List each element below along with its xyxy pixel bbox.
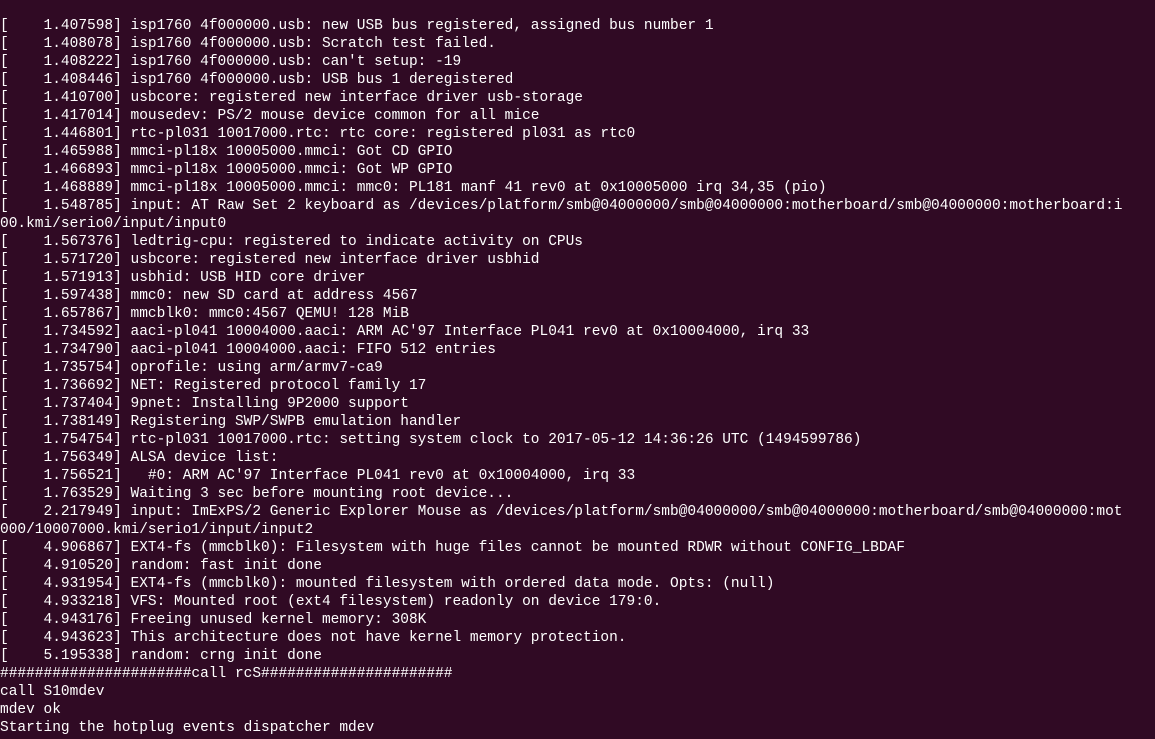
- terminal-line: [ 1.408078] isp1760 4f000000.usb: Scratc…: [0, 36, 496, 52]
- terminal-line: [ 4.943176] Freeing unused kernel memory…: [0, 612, 426, 628]
- terminal-line: [ 1.465988] mmci-pl18x 10005000.mmci: Go…: [0, 144, 452, 160]
- terminal-line: [ 1.468889] mmci-pl18x 10005000.mmci: mm…: [0, 180, 827, 196]
- terminal-line: [ 1.756349] ALSA device list:: [0, 450, 278, 466]
- terminal-output[interactable]: [ 1.407598] isp1760 4f000000.usb: new US…: [0, 15, 1155, 739]
- terminal-line: [ 1.734790] aaci-pl041 10004000.aaci: FI…: [0, 342, 496, 358]
- terminal-line: [ 1.597438] mmc0: new SD card at address…: [0, 288, 418, 304]
- terminal-line: [ 1.408446] isp1760 4f000000.usb: USB bu…: [0, 72, 513, 88]
- terminal-line: [ 1.754754] rtc-pl031 10017000.rtc: sett…: [0, 432, 861, 448]
- terminal-line: [ 1.407598] isp1760 4f000000.usb: new US…: [0, 18, 714, 34]
- terminal-line: [ 4.931954] EXT4-fs (mmcblk0): mounted f…: [0, 576, 774, 592]
- terminal-line: [ 4.906867] EXT4-fs (mmcblk0): Filesyste…: [0, 540, 905, 556]
- terminal-line: [ 1.548785] input: AT Raw Set 2 keyboard…: [0, 198, 1122, 214]
- terminal-line: ######################call rcS##########…: [0, 666, 452, 682]
- terminal-line: [ 1.466893] mmci-pl18x 10005000.mmci: Go…: [0, 162, 452, 178]
- terminal-line: [ 1.737404] 9pnet: Installing 9P2000 sup…: [0, 396, 409, 412]
- terminal-line: [ 1.571913] usbhid: USB HID core driver: [0, 270, 365, 286]
- terminal-line: [ 1.738149] Registering SWP/SWPB emulati…: [0, 414, 461, 430]
- terminal-line: [ 4.933218] VFS: Mounted root (ext4 file…: [0, 594, 661, 610]
- terminal-line: [ 2.217949] input: ImExPS/2 Generic Expl…: [0, 504, 1122, 520]
- terminal-line: [ 4.910520] random: fast init done: [0, 558, 322, 574]
- terminal-line: [ 1.657867] mmcblk0: mmc0:4567 QEMU! 128…: [0, 306, 409, 322]
- terminal-line: [ 1.756521] #0: ARM AC'97 Interface PL04…: [0, 468, 635, 484]
- terminal-line: [ 1.410700] usbcore: registered new inte…: [0, 90, 583, 106]
- terminal-line: [ 1.567376] ledtrig-cpu: registered to i…: [0, 234, 583, 250]
- terminal-line: [ 1.408222] isp1760 4f000000.usb: can't …: [0, 54, 461, 70]
- terminal-line: call S10mdev: [0, 684, 104, 700]
- terminal-line: [ 1.735754] oprofile: using arm/armv7-ca…: [0, 360, 383, 376]
- terminal-line: [ 1.734592] aaci-pl041 10004000.aaci: AR…: [0, 324, 809, 340]
- terminal-line: mdev ok: [0, 702, 61, 718]
- terminal-line: Starting the hotplug events dispatcher m…: [0, 720, 374, 736]
- terminal-line: [ 1.571720] usbcore: registered new inte…: [0, 252, 540, 268]
- terminal-line: 00.kmi/serio0/input/input0: [0, 216, 226, 232]
- terminal-line: [ 5.195338] random: crng init done: [0, 648, 322, 664]
- terminal-line: [ 1.417014] mousedev: PS/2 mouse device …: [0, 108, 540, 124]
- terminal-line: [ 1.446801] rtc-pl031 10017000.rtc: rtc …: [0, 126, 635, 142]
- terminal-line: [ 1.736692] NET: Registered protocol fam…: [0, 378, 426, 394]
- terminal-line: [ 1.763529] Waiting 3 sec before mountin…: [0, 486, 513, 502]
- terminal-line: 000/10007000.kmi/serio1/input/input2: [0, 522, 313, 538]
- terminal-line: [ 4.943623] This architecture does not h…: [0, 630, 627, 646]
